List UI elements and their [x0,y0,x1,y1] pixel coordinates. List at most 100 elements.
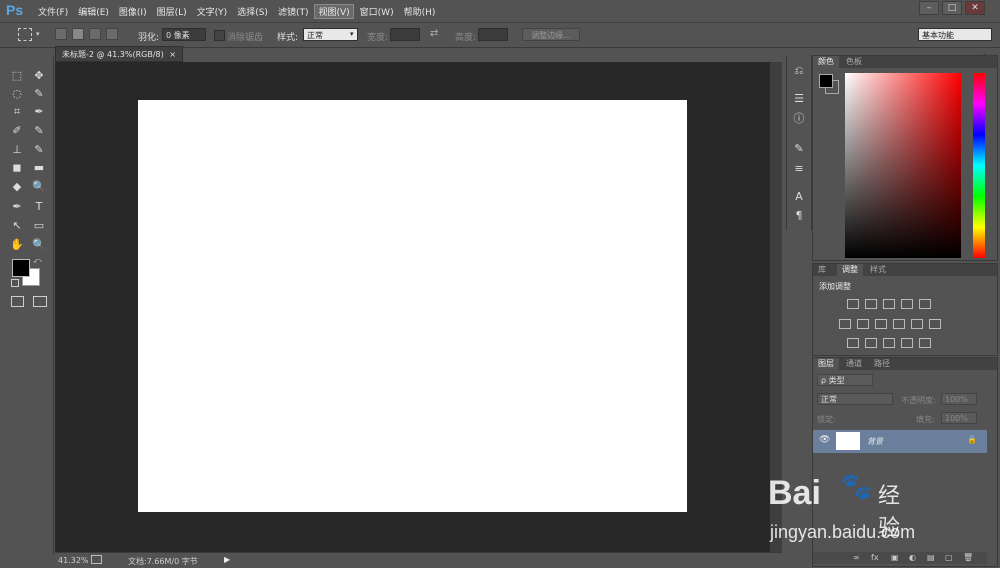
hue-slider[interactable] [973,73,985,258]
new-layer-icon[interactable]: ▢ [945,553,953,562]
dodge-tool-icon[interactable]: 🔍 [29,178,49,195]
fill-input[interactable]: 100% [941,412,977,424]
eraser-tool-icon[interactable]: ◼ [7,159,27,176]
layer-style-icon[interactable]: fx [871,553,879,562]
blend-mode-select[interactable]: 正常 [817,393,893,405]
swap-colors-icon[interactable]: ⤺ [33,256,42,266]
brush-panel-icon[interactable]: ✎ [791,141,807,157]
blur-tool-icon[interactable]: ◆ [7,178,27,195]
saturation-brightness-field[interactable] [845,73,961,258]
brightness-icon[interactable] [847,299,859,309]
color-lookup-icon[interactable] [929,319,941,329]
brush-presets-icon[interactable]: ≡ [791,161,807,177]
black-white-icon[interactable] [875,319,887,329]
character-panel-icon[interactable]: A [791,189,807,205]
close-button[interactable]: ✕ [965,1,985,15]
path-select-tool-icon[interactable]: ↖ [7,217,27,234]
zoom-tool-icon[interactable]: 🔍 [29,236,49,253]
curves-icon[interactable] [883,299,895,309]
tab-library[interactable]: 库 [813,264,831,276]
opacity-input[interactable]: 100% [941,393,977,405]
screen-mode-icon[interactable] [33,296,47,307]
vibrance-icon[interactable] [919,299,931,309]
visibility-eye-icon[interactable]: 👁 [819,435,830,445]
crop-tool-icon[interactable]: ⌗ [7,103,27,120]
hand-tool-icon[interactable]: ✋ [7,236,27,253]
default-colors-icon[interactable] [11,279,19,287]
new-adjustment-icon[interactable]: ◐ [909,553,916,562]
gradient-tool-icon[interactable]: ▬ [29,159,49,176]
info-panel-icon[interactable]: ⓘ [791,111,807,127]
status-menu-arrow-icon[interactable]: ▶ [224,555,230,564]
threshold-icon[interactable] [883,338,895,348]
exposure-icon[interactable] [901,299,913,309]
quick-select-tool-icon[interactable]: ✎ [29,85,49,102]
tab-paths[interactable]: 路径 [869,358,895,370]
add-selection-icon[interactable] [72,28,84,40]
brush-tool-icon[interactable]: ✎ [29,122,49,139]
new-group-icon[interactable]: ▤ [927,553,935,562]
pen-tool-icon[interactable]: ✒ [7,198,27,215]
type-tool-icon[interactable]: T [29,198,49,215]
antialias-checkbox[interactable] [214,30,225,41]
tab-swatches[interactable]: 色板 [841,56,867,68]
zoom-level[interactable]: 41.32% [58,556,89,565]
maximize-button[interactable]: □ [942,1,962,15]
menu-file[interactable]: 文件(F) [34,4,72,19]
menu-select[interactable]: 选择(S) [233,4,272,19]
paragraph-panel-icon[interactable]: ¶ [791,208,807,224]
foreground-color-swatch[interactable] [12,259,30,277]
tab-styles[interactable]: 样式 [865,264,891,276]
quick-mask-icon[interactable] [11,296,24,307]
menu-window[interactable]: 窗口(W) [356,4,398,19]
menu-layer[interactable]: 图层(L) [153,4,191,19]
layer-name[interactable]: 背景 [867,436,883,447]
hue-saturation-icon[interactable] [839,319,851,329]
levels-icon[interactable] [865,299,877,309]
healing-brush-tool-icon[interactable]: ✐ [7,122,27,139]
add-mask-icon[interactable]: ▣ [891,553,899,562]
panel-foreground-swatch[interactable] [819,74,833,88]
refine-edge-button[interactable]: 调整边缘... [522,28,580,41]
photo-filter-icon[interactable] [893,319,905,329]
workspace-select[interactable]: 基本功能 [918,28,992,41]
menu-filter[interactable]: 滤镜(T) [274,4,313,19]
menu-help[interactable]: 帮助(H) [400,4,440,19]
status-export-icon[interactable] [91,555,102,564]
history-brush-tool-icon[interactable]: ✎ [29,141,49,158]
menu-type[interactable]: 文字(Y) [193,4,232,19]
menu-view[interactable]: 视图(V) [314,4,354,19]
menu-edit[interactable]: 编辑(E) [74,4,113,19]
height-input[interactable] [478,28,508,41]
move-tool-icon[interactable]: ✥ [29,67,49,84]
tab-color[interactable]: 颜色 [813,56,839,68]
feather-input[interactable]: 0 像素 [162,28,206,41]
link-layers-icon[interactable]: ∞ [853,553,860,562]
tab-channels[interactable]: 通道 [841,358,867,370]
swap-icon[interactable]: ⇄ [430,28,438,39]
lasso-tool-icon[interactable]: ◌ [7,85,27,102]
new-selection-icon[interactable] [55,28,67,40]
marquee-tool-icon[interactable] [18,28,32,41]
properties-panel-icon[interactable]: ☰ [791,91,807,107]
tab-layers[interactable]: 图层 [813,358,839,370]
width-input[interactable] [390,28,420,41]
delete-layer-icon[interactable]: 🗑 [963,553,973,562]
clone-stamp-tool-icon[interactable]: ⊥ [7,141,27,158]
subtract-selection-icon[interactable] [89,28,101,40]
background-layer-row[interactable]: 👁 背景 🔒 [813,430,987,453]
chevron-down-icon[interactable]: ▾ [36,30,40,38]
posterize-icon[interactable] [865,338,877,348]
intersect-selection-icon[interactable] [106,28,118,40]
minimize-button[interactable]: – [919,1,939,15]
rectangle-tool-icon[interactable]: ▭ [29,217,49,234]
color-balance-icon[interactable] [857,319,869,329]
selective-color-icon[interactable] [901,338,913,348]
invert-icon[interactable] [847,338,859,348]
close-tab-icon[interactable]: × [169,47,176,62]
rect-marquee-tool-icon[interactable]: ⬚ [7,67,27,84]
canvas[interactable] [138,100,687,512]
document-tab[interactable]: 未标题-2 @ 41.3%(RGB/8) × [55,46,183,62]
history-panel-icon[interactable]: ⎌ [791,63,807,79]
tab-adjustments[interactable]: 调整 [837,264,863,276]
